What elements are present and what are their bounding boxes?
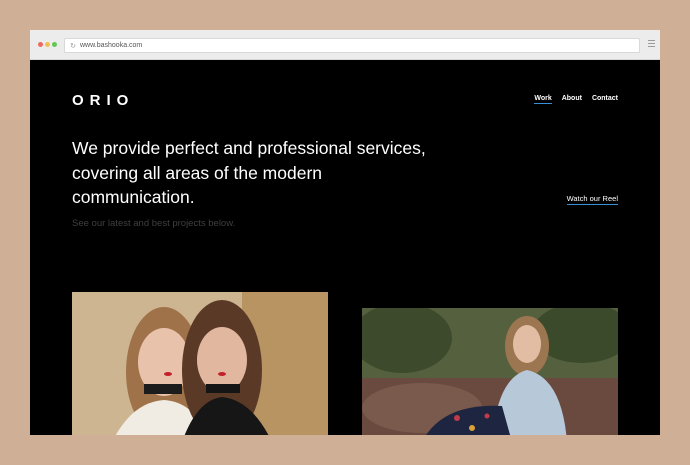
hero-line: communication. — [72, 187, 195, 207]
nav-about[interactable]: About — [562, 95, 582, 104]
hero-line: covering all areas of the modern — [72, 162, 322, 183]
minimize-window-button[interactable] — [45, 42, 50, 47]
url-text: www.bashooka.com — [80, 42, 143, 49]
main-nav: Work About Contact — [534, 95, 618, 104]
hero-subtitle: See our latest and best projects below. — [72, 218, 236, 229]
project-photo-woman-sitting[interactable] — [362, 308, 618, 435]
browser-window: ↻ www.bashooka.com ORIO Work About Conta… — [30, 30, 660, 435]
nav-contact[interactable]: Contact — [592, 95, 618, 104]
project-photo-two-women[interactable] — [72, 292, 328, 435]
menu-icon[interactable] — [648, 40, 655, 49]
browser-toolbar: ↻ www.bashooka.com — [30, 30, 660, 60]
site-logo[interactable]: ORIO — [72, 92, 134, 109]
reload-icon[interactable]: ↻ — [68, 42, 78, 50]
watch-reel-link[interactable]: Watch our Reel — [566, 194, 618, 205]
maximize-window-button[interactable] — [52, 42, 57, 47]
hero-heading: We provide perfect and professional serv… — [72, 136, 452, 210]
website-page: ORIO Work About Contact We provide perfe… — [30, 60, 660, 435]
address-bar[interactable]: ↻ www.bashooka.com — [64, 38, 640, 53]
close-window-button[interactable] — [38, 42, 43, 47]
hero-line: We provide perfect and professional serv… — [72, 138, 426, 158]
nav-work[interactable]: Work — [534, 95, 552, 104]
